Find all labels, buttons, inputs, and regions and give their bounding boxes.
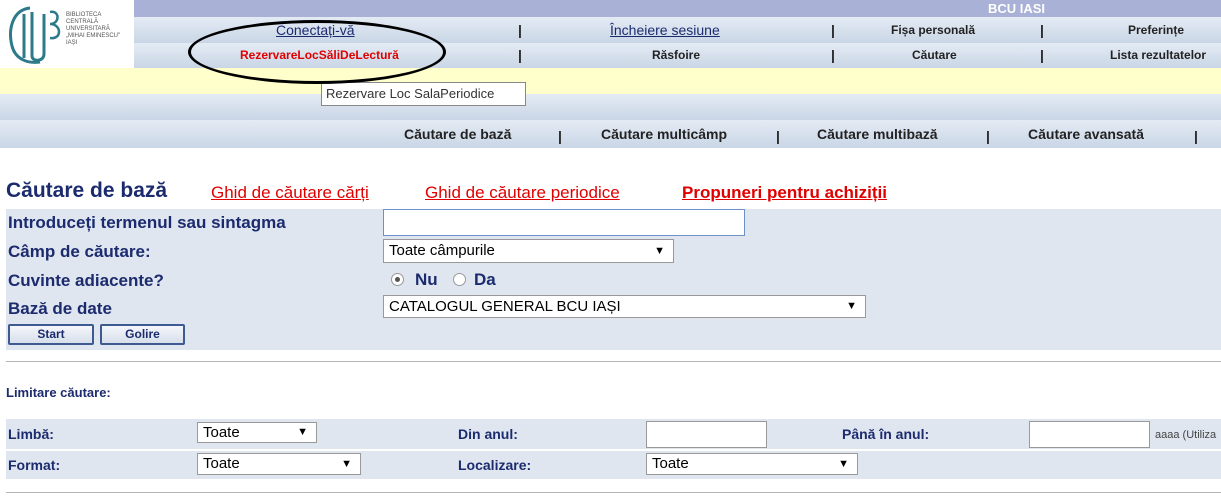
tab-basic-search[interactable]: Căutare de bază [404,120,511,148]
search-link[interactable]: Căutare [912,43,957,68]
database-select[interactable]: CATALOGUL GENERAL BCU IAȘI ▼ [383,295,866,318]
clear-button[interactable]: Golire [100,324,185,345]
format-value: Toate [203,455,240,472]
to-year-label: Până în anul: [842,426,930,442]
divider [6,492,1221,493]
adjacent-words-label: Cuvinte adiacente? [8,271,164,290]
limit-search-heading: Limitare căutare: [6,385,111,400]
location-value: Toate [652,455,689,472]
to-year-input[interactable] [1029,421,1150,448]
from-year-label: Din anul: [458,426,518,442]
browse-link[interactable]: Răsfoire [652,43,700,68]
primary-nav: Conectați-vă | Încheiere sesiune | Fișa … [134,17,1221,43]
spacer-stripe [0,94,1221,120]
search-field-label: Câmp de căutare: [8,242,151,261]
nav-separator: | [831,47,835,63]
profile-link[interactable]: Fișa personală [891,17,975,43]
language-value: Toate [203,424,240,441]
nav-separator: | [1040,22,1044,38]
periodicals-guide-link[interactable]: Ghid de căutare periodice [425,183,620,203]
tab-separator: | [558,128,562,144]
nav-separator: | [518,22,522,38]
logo-line: IAȘI [66,40,78,46]
triangle-down-icon: ▼ [838,458,849,470]
logo-line: „MIHAI EMINESCU" [66,33,121,39]
database-value: CATALOGUL GENERAL BCU IAȘI [389,298,621,315]
nav-separator: | [518,47,522,63]
nav-separator: | [831,22,835,38]
login-link[interactable]: Conectați-vă [276,17,355,43]
format-label: Format: [8,457,61,473]
triangle-down-icon: ▼ [846,300,857,312]
logout-link[interactable]: Încheiere sesiune [610,17,720,43]
limits-row-1: Limbă: Toate ▼ Din anul: Până în anul: a… [6,419,1221,449]
language-select[interactable]: Toate ▼ [197,422,317,443]
logo-line: CENTRALĂ [66,19,99,25]
tab-multibase-search[interactable]: Căutare multibază [817,120,938,148]
search-term-row: Introduceți termenul sau sintagma [6,209,1221,237]
form-buttons-row: Start Golire [6,322,1221,350]
site-title: BCU IASI [987,1,1045,16]
triangle-down-icon: ▼ [654,245,665,257]
secondary-nav: RezervareLocSăliDeLectură | Răsfoire | C… [134,43,1221,68]
books-guide-link[interactable]: Ghid de căutare cărți [211,183,369,203]
adjacent-words-row: Cuvinte adiacente? Nu Da [6,265,1221,294]
divider [6,361,1221,362]
tab-advanced-search[interactable]: Căutare avansată [1028,120,1144,148]
location-select[interactable]: Toate ▼ [646,453,858,475]
acquisition-proposals-link[interactable]: Propuneri pentru achiziții [682,183,887,203]
top-header-bar: BCU IASI [134,0,1221,17]
logo-line: BIBLIOTECA [66,12,102,18]
adjacent-no-label: Nu [415,270,438,289]
location-label: Localizare: [458,457,532,473]
preferences-link[interactable]: Preferințe [1128,17,1184,43]
search-term-label: Introduceți termenul sau sintagma [8,213,286,232]
triangle-down-icon: ▼ [297,426,308,438]
language-label: Limbă: [8,426,54,442]
library-logo: BIBLIOTECA CENTRALĂ UNIVERSITARĂ „MIHAI … [0,0,134,68]
database-row: Bază de date CATALOGUL GENERAL BCU IAȘI … [6,294,1221,322]
tab-separator: | [1194,128,1198,144]
start-button[interactable]: Start [8,324,94,345]
tab-multifield-search[interactable]: Căutare multicâmp [601,120,727,148]
page-title: Căutare de bază [6,179,168,202]
adjacent-no-radio[interactable] [391,273,404,286]
database-label: Bază de date [8,299,112,318]
search-tabs: Căutare de bază | Căutare multicâmp | Că… [0,120,1221,148]
search-field-row: Câmp de căutare: Toate câmpurile ▼ [6,237,1221,265]
search-field-value: Toate câmpurile [389,242,495,259]
format-select[interactable]: Toate ▼ [197,453,361,475]
nav-separator: | [1040,47,1044,63]
reserve-seat-link[interactable]: RezervareLocSăliDeLectură [240,43,399,68]
search-field-select[interactable]: Toate câmpurile ▼ [383,239,674,263]
year-format-hint: aaaa (Utiliza [1155,429,1217,441]
tab-separator: | [776,128,780,144]
adjacent-yes-radio[interactable] [453,273,466,286]
tooltip: Rezervare Loc SalaPeriodice [321,82,526,106]
message-bar [0,68,1221,94]
results-list-link[interactable]: Lista rezultatelor [1110,43,1206,68]
tab-separator: | [986,128,990,144]
logo-line: UNIVERSITARĂ [66,26,110,32]
adjacent-yes-label: Da [474,270,496,289]
from-year-input[interactable] [646,421,767,448]
triangle-down-icon: ▼ [341,458,352,470]
search-term-input[interactable] [383,209,745,236]
limits-row-2: Format: Toate ▼ Localizare: Toate ▼ [6,451,1221,479]
